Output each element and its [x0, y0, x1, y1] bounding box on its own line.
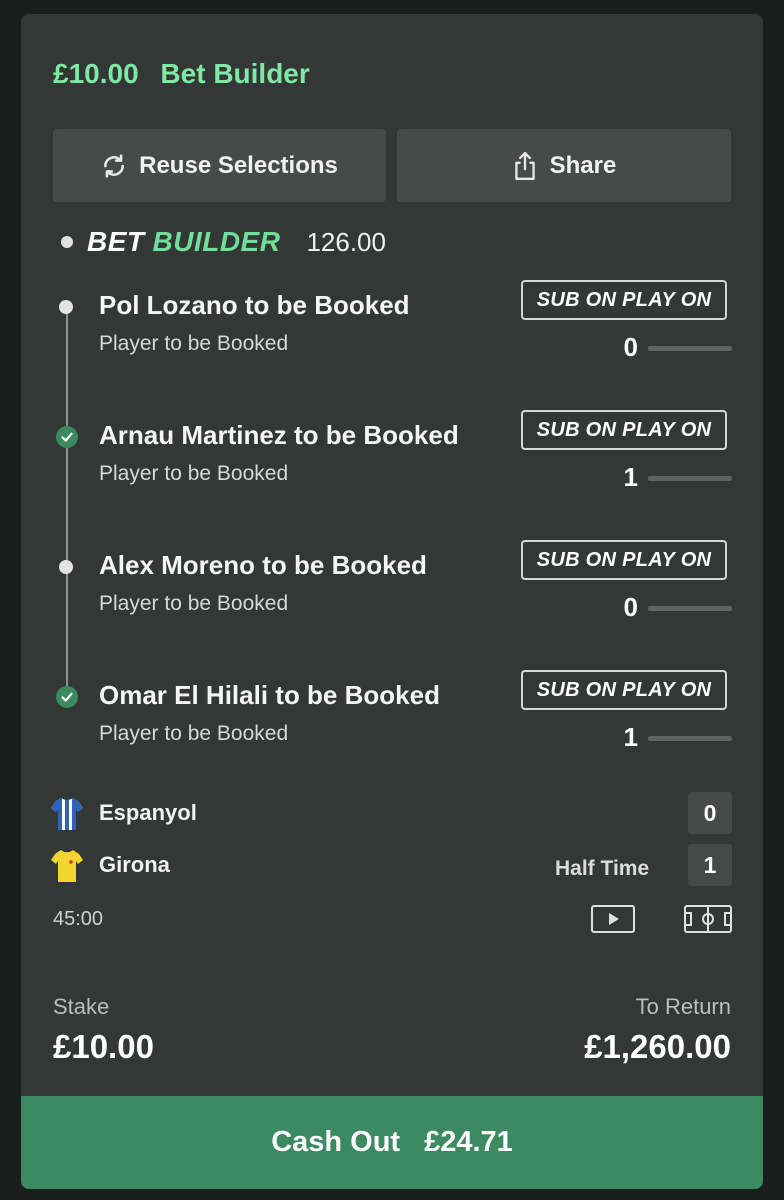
share-icon: [512, 151, 538, 181]
bet-odds: 126.00: [306, 226, 386, 257]
away-team-name: Girona: [99, 852, 170, 877]
selection-item: Omar El Hilali to be Booked Player to be…: [21, 670, 763, 790]
pending-marker: [59, 560, 73, 574]
booking-count: 0: [623, 332, 638, 362]
sub-on-play-on-badge: SUB ON PLAY ON: [521, 410, 727, 450]
to-return-value: £1,260.00: [584, 1028, 731, 1065]
booking-count: 1: [623, 462, 638, 492]
sub-on-play-on-badge: SUB ON PLAY ON: [521, 280, 727, 320]
check-icon: [56, 426, 78, 448]
selection-market: Player to be Booked: [99, 592, 289, 615]
refresh-icon: [101, 153, 127, 179]
home-team-row: Espanyol 0: [51, 792, 732, 837]
match-status: Half Time: [555, 857, 650, 880]
selection-market: Player to be Booked: [99, 722, 289, 745]
pitch-icon[interactable]: [684, 905, 732, 938]
reuse-selections-button[interactable]: Reuse Selections: [53, 129, 386, 202]
progress-bar: [648, 736, 732, 741]
cash-out-amount: £24.71: [424, 1126, 513, 1158]
stake-value: £10.00: [53, 1028, 154, 1065]
header-stake: £10.00: [53, 58, 139, 89]
home-team-name: Espanyol: [99, 800, 197, 825]
selection-market: Player to be Booked: [99, 462, 289, 485]
logo-word-builder: BUILDER: [152, 226, 281, 257]
share-label: Share: [549, 151, 617, 179]
selection-title: Omar El Hilali to be Booked: [99, 680, 440, 710]
bet-builder-row: BET BUILDER 126.00: [61, 226, 386, 258]
check-icon: [56, 686, 78, 708]
selection-title: Pol Lozano to be Booked: [99, 290, 410, 320]
selection-title: Alex Moreno to be Booked: [99, 550, 427, 580]
booking-count: 0: [623, 592, 638, 622]
progress-bar: [648, 606, 732, 611]
reuse-selections-label: Reuse Selections: [139, 151, 338, 179]
cash-out-button[interactable]: Cash Out £24.71: [21, 1096, 763, 1189]
selection-title: Arnau Martinez to be Booked: [99, 420, 459, 450]
sub-on-play-on-badge: SUB ON PLAY ON: [521, 540, 727, 580]
bet-builder-logo: BET BUILDER: [87, 226, 280, 258]
selection-market: Player to be Booked: [99, 332, 289, 355]
cash-out-label: Cash Out: [271, 1126, 401, 1158]
home-score: 0: [688, 792, 732, 834]
away-score: 1: [688, 844, 732, 886]
bet-header: £10.00 Bet Builder: [53, 58, 310, 90]
bet-card: £10.00 Bet Builder Reuse Selections Shar…: [21, 14, 763, 1189]
sub-on-play-on-badge: SUB ON PLAY ON: [521, 670, 727, 710]
selection-item: Alex Moreno to be Booked Player to be Bo…: [21, 540, 763, 660]
header-bet-type: Bet Builder: [160, 58, 310, 89]
match-clock: 45:00: [53, 908, 104, 930]
to-return-label: To Return: [635, 994, 731, 1019]
pending-marker: [59, 300, 73, 314]
selection-item: Arnau Martinez to be Booked Player to be…: [21, 410, 763, 530]
espanyol-shirt-icon: [51, 796, 83, 837]
progress-bar: [648, 346, 732, 351]
share-button[interactable]: Share: [397, 129, 731, 202]
stake-label: Stake: [53, 994, 110, 1019]
logo-word-bet: BET: [87, 226, 145, 257]
selection-item: Pol Lozano to be Booked Player to be Boo…: [21, 280, 763, 400]
bet-builder-dot: [61, 236, 73, 248]
girona-shirt-icon: [51, 848, 83, 889]
video-icon[interactable]: [591, 905, 635, 938]
progress-bar: [648, 476, 732, 481]
booking-count: 1: [623, 722, 638, 752]
